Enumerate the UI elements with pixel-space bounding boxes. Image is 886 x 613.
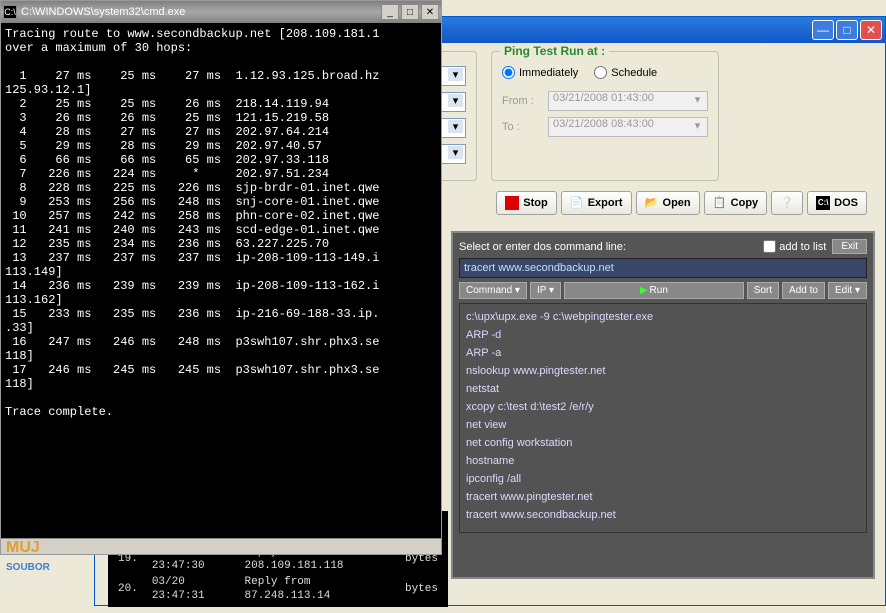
copy-icon: 📋 [713,196,727,210]
to-label: To : [502,121,542,133]
cmd-titlebar[interactable]: C:\ C:\WINDOWS\system32\cmd.exe _ □ ✕ [1,1,441,23]
list-item[interactable]: c:\upx\upx.exe -9 c:\webpingtester.exe [464,308,862,326]
cmd-close-button[interactable]: ✕ [421,4,439,20]
from-label: From : [502,95,542,107]
list-item[interactable]: tracert www.pingtester.net [464,488,862,506]
dos-command-list[interactable]: c:\upx\upx.exe -9 c:\webpingtester.exeAR… [459,303,867,533]
export-icon: 📄 [570,196,584,210]
cmd-maximize-button[interactable]: □ [401,4,419,20]
dos-addto-button[interactable]: Add to [782,282,825,299]
dos-run-button[interactable]: Run [564,282,744,299]
list-item[interactable]: ARP -a [464,344,862,362]
dos-ip-dropdown[interactable]: IP ▾ [530,282,561,299]
cmd-minimize-button[interactable]: _ [381,4,399,20]
export-button[interactable]: 📄Export [561,191,632,215]
pingtest-title: Ping Test Run at : [500,44,609,58]
open-button[interactable]: 📂Open [636,191,700,215]
list-item[interactable]: tracert www.secondbackup.net [464,506,862,524]
dos-sort-button[interactable]: Sort [747,282,779,299]
minimize-button[interactable]: — [812,20,834,40]
dos-exit-button[interactable]: Exit [832,239,867,254]
list-item[interactable]: netstat [464,380,862,398]
help-button[interactable]: ❔ [771,191,803,215]
immediately-radio[interactable]: Immediately [502,66,578,79]
cmd-icon: C:\ [3,5,17,19]
copy-button[interactable]: 📋Copy [704,191,768,215]
list-item[interactable]: ARP -d [464,326,862,344]
cmd-output: Tracing route to www.secondbackup.net [2… [1,23,441,538]
help-icon: ❔ [780,196,794,210]
list-item[interactable]: net view [464,416,862,434]
from-date[interactable]: 03/21/2008 01:43:00 [548,91,708,111]
dos-prompt-label: Select or enter dos command line: [459,241,757,253]
dos-icon: C:\ [816,196,830,210]
list-item[interactable]: net config workstation [464,434,862,452]
cmd-window: C:\ C:\WINDOWS\system32\cmd.exe _ □ ✕ Tr… [0,0,442,555]
dos-panel: Select or enter dos command line: add to… [451,231,875,579]
cmd-scrollbar[interactable] [1,538,441,554]
list-item[interactable]: xcopy c:\test d:\test2 /e/r/y [464,398,862,416]
list-item[interactable]: ipconfig /all [464,470,862,488]
addlist-checkbox[interactable]: add to list [763,240,826,253]
maximize-button[interactable]: □ [836,20,858,40]
list-item[interactable]: nslookup www.pingtester.net [464,362,862,380]
stop-button[interactable]: Stop [496,191,556,215]
watermark: MUJSOUBOR [6,539,50,575]
dos-button[interactable]: C:\DOS [807,191,867,215]
dos-command-dropdown[interactable]: Command ▾ [459,282,527,299]
cmd-title: C:\WINDOWS\system32\cmd.exe [21,6,381,18]
pingtest-panel: Ping Test Run at : Immediately Schedule … [491,51,719,181]
dos-command-input[interactable] [459,258,867,278]
schedule-radio[interactable]: Schedule [594,66,657,79]
close-button[interactable]: ✕ [860,20,882,40]
list-item[interactable]: hostname [464,452,862,470]
folder-icon: 📂 [645,196,659,210]
dos-edit-dropdown[interactable]: Edit ▾ [828,282,867,299]
to-date[interactable]: 03/21/2008 08:43:00 [548,117,708,137]
